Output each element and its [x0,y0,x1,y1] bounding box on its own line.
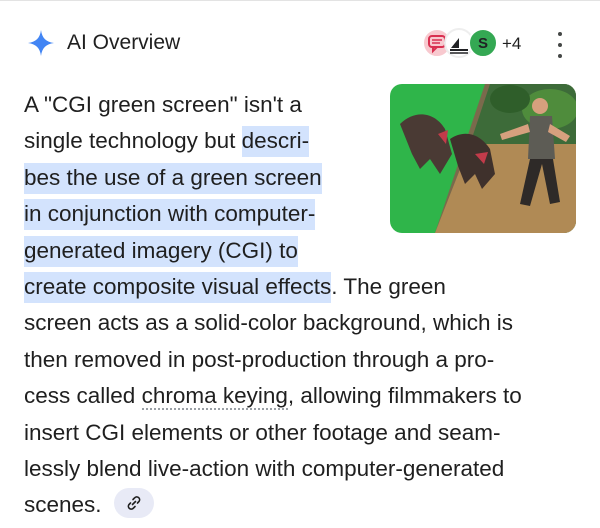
chroma-keying-term-link[interactable]: chroma keying [141,383,288,411]
highlighted-text: generated imagery (CGI) to [24,235,298,267]
text-line: generated imagery (CGI) to [24,233,584,269]
source-avatars[interactable]: S +4 [422,28,532,60]
text-line: create composite visual effects. The gre… [24,269,584,305]
link-icon [127,496,140,511]
text-line: in conjunction with computer- [24,196,584,232]
more-options-icon[interactable] [548,32,572,58]
more-sources-count[interactable]: +4 [502,34,521,54]
source-s-icon[interactable]: S [468,28,498,58]
text-line: cess called chroma keying, allowing film… [24,383,522,411]
source-s-letter: S [477,34,488,52]
sparkle-icon [28,30,54,56]
text-line: then removed in post-production through … [24,346,495,372]
ai-overview-header: AI Overview S +4 [0,0,600,88]
text-line: scenes. [24,487,584,523]
highlighted-text: in conjunction with computer- [24,199,316,231]
text-line: screen acts as a solid-color background,… [24,310,513,336]
highlighted-text: create composite visual effects [24,271,332,303]
text-line: lessly blend live-action with computer-g… [24,455,505,481]
text-line: single technology but descri- [24,123,584,159]
highlighted-text: bes the use of a green screen [24,162,322,194]
highlighted-text: descri- [241,126,310,158]
overview-text: A "CGI green screen" isn't a single tech… [24,87,584,524]
source-link-button[interactable] [113,488,154,519]
text-line: A "CGI green screen" isn't a [24,92,302,117]
text-line: bes the use of a green screen [24,160,584,196]
text-line: insert CGI elements or other footage and… [24,419,501,445]
ai-overview-title: AI Overview [67,31,181,54]
